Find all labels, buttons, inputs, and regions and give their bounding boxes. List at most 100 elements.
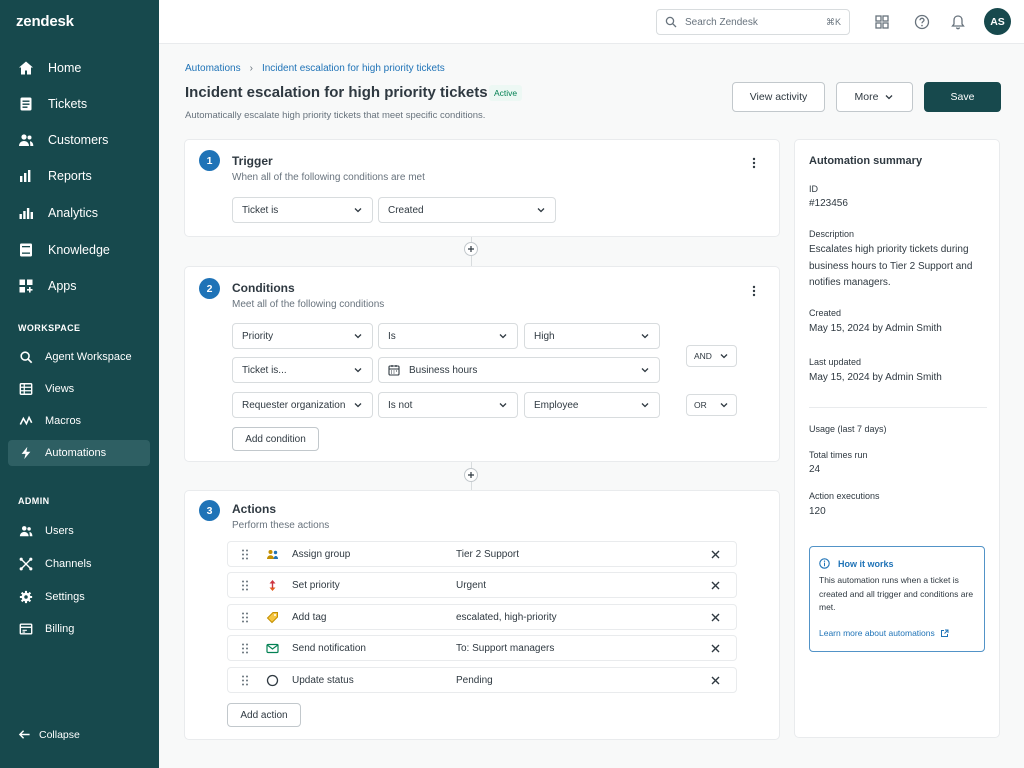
add-condition-button[interactable]: Add condition (232, 427, 319, 451)
close-icon[interactable] (708, 641, 722, 655)
macros-icon (16, 411, 36, 431)
action-row[interactable]: Update status Pending (227, 667, 737, 693)
drag-handle-icon[interactable] (239, 580, 251, 591)
breadcrumb-link-automations[interactable]: Automations (185, 63, 241, 74)
condition-value-select[interactable]: Employee (524, 392, 660, 418)
condition-field-select[interactable]: Ticket is... (232, 357, 373, 383)
drag-handle-icon[interactable] (239, 675, 251, 686)
chevron-down-icon (354, 368, 362, 373)
sidebar-item-customers[interactable]: Customers (8, 126, 150, 154)
billing-icon (16, 619, 36, 639)
action-name: Send notification (292, 642, 366, 654)
select-value: Is not (388, 399, 413, 411)
select-value: Business hours (409, 364, 478, 376)
step-number: 2 (199, 278, 220, 299)
learn-more-label: Learn more about automations (819, 628, 935, 638)
condition-field-select[interactable]: Requester organization (232, 392, 373, 418)
breadcrumb-current[interactable]: Incident escalation for high priority ti… (262, 63, 445, 74)
close-icon[interactable] (708, 673, 722, 687)
sidebar-item-automations[interactable]: Automations (8, 440, 150, 466)
action-row[interactable]: Add tag escalated, high-priority (227, 604, 737, 630)
sidebar-item-users[interactable]: Users (8, 518, 150, 544)
select-value: Ticket is (242, 204, 279, 216)
trigger-value-select[interactable]: Created (378, 197, 556, 223)
add-step-plus-icon[interactable] (464, 242, 478, 256)
sidebar-item-tickets[interactable]: Tickets (8, 90, 150, 118)
sidebar-item-macros[interactable]: Macros (8, 408, 150, 434)
notifications-bell-icon[interactable] (949, 13, 967, 31)
action-value: Urgent (456, 579, 487, 591)
learn-more-link[interactable]: Learn more about automations (819, 628, 949, 638)
select-value: High (534, 330, 555, 342)
sidebar-item-views[interactable]: Views (8, 376, 150, 402)
envelope-icon (264, 640, 280, 656)
view-activity-button[interactable]: View activity (732, 82, 825, 112)
logic-and-select[interactable]: AND (686, 345, 737, 367)
close-icon[interactable] (708, 578, 722, 592)
condition-field-select[interactable]: Priority (232, 323, 373, 349)
zendesk-logo[interactable]: zendesk (16, 13, 74, 30)
more-options-icon[interactable] (748, 156, 760, 170)
sidebar-item-analytics[interactable]: Analytics (8, 199, 150, 227)
add-action-button[interactable]: Add action (227, 703, 301, 727)
save-button[interactable]: Save (924, 82, 1001, 112)
step-number: 1 (199, 150, 220, 171)
search-input[interactable]: Search Zendesk ⌘K (656, 9, 850, 35)
summary-id-value: #123456 (809, 198, 848, 209)
admin-section-heading: ADMIN (18, 496, 50, 506)
drag-handle-icon[interactable] (239, 612, 251, 623)
chevron-down-icon (499, 334, 507, 339)
sidebar-item-knowledge[interactable]: Knowledge (8, 236, 150, 264)
sidebar-item-label: Users (45, 525, 74, 537)
trigger-subtitle: When all of the following conditions are… (232, 172, 425, 183)
drag-handle-icon[interactable] (239, 549, 251, 560)
sidebar-item-home[interactable]: Home (8, 54, 150, 82)
actions-title: Actions (232, 502, 277, 516)
more-button[interactable]: More (836, 82, 913, 112)
sidebar-item-settings[interactable]: Settings (8, 584, 150, 610)
sidebar-item-label: Views (45, 383, 75, 395)
avatar[interactable]: AS (984, 8, 1011, 35)
close-icon[interactable] (708, 610, 722, 624)
action-row[interactable]: Send notification To: Support managers (227, 635, 737, 661)
topbar: Search Zendesk ⌘K AS (159, 0, 1024, 44)
select-value: OR (694, 400, 707, 410)
select-value: Priority (242, 330, 274, 342)
search-icon (665, 16, 677, 28)
sidebar-item-agent-workspace[interactable]: Agent Workspace (8, 344, 150, 370)
external-link-icon (940, 629, 949, 637)
action-row[interactable]: Assign group Tier 2 Support (227, 541, 737, 567)
help-icon[interactable] (913, 13, 931, 31)
home-icon (16, 58, 36, 78)
action-value: Pending (456, 674, 493, 686)
chevron-down-icon (354, 403, 362, 408)
priority-arrows-icon (264, 577, 280, 593)
drag-handle-icon[interactable] (239, 643, 251, 654)
condition-operator-select[interactable]: Is not (378, 392, 518, 418)
sidebar-item-channels[interactable]: Channels (8, 551, 150, 577)
knowledge-icon (16, 240, 36, 260)
condition-operator-select[interactable]: Is (378, 323, 518, 349)
chevron-down-icon (720, 354, 728, 359)
analytics-icon (16, 203, 36, 223)
sidebar-item-billing[interactable]: Billing (8, 616, 150, 642)
actions-subtitle: Perform these actions (232, 520, 330, 531)
sidebar-item-reports[interactable]: Reports (8, 162, 150, 190)
info-text: This automation runs when a ticket is cr… (819, 575, 974, 612)
select-value: Ticket is... (242, 364, 287, 376)
sidebar-item-label: Apps (48, 279, 77, 293)
logic-or-select[interactable]: OR (686, 394, 737, 416)
add-step-plus-icon[interactable] (464, 468, 478, 482)
product-grid-icon[interactable] (873, 13, 891, 31)
action-row[interactable]: Set priority Urgent (227, 572, 737, 598)
close-icon[interactable] (708, 547, 722, 561)
condition-value-select[interactable]: High (524, 323, 660, 349)
collapse-sidebar-button[interactable]: Collapse (18, 728, 80, 741)
more-options-icon[interactable] (748, 284, 760, 298)
sidebar-item-apps[interactable]: Apps (8, 272, 150, 300)
channels-icon (16, 554, 36, 574)
trigger-field-select[interactable]: Ticket is (232, 197, 373, 223)
summary-description-label: Description (809, 229, 855, 239)
calendar-icon (388, 365, 400, 376)
condition-value-select[interactable]: Business hours (378, 357, 660, 383)
